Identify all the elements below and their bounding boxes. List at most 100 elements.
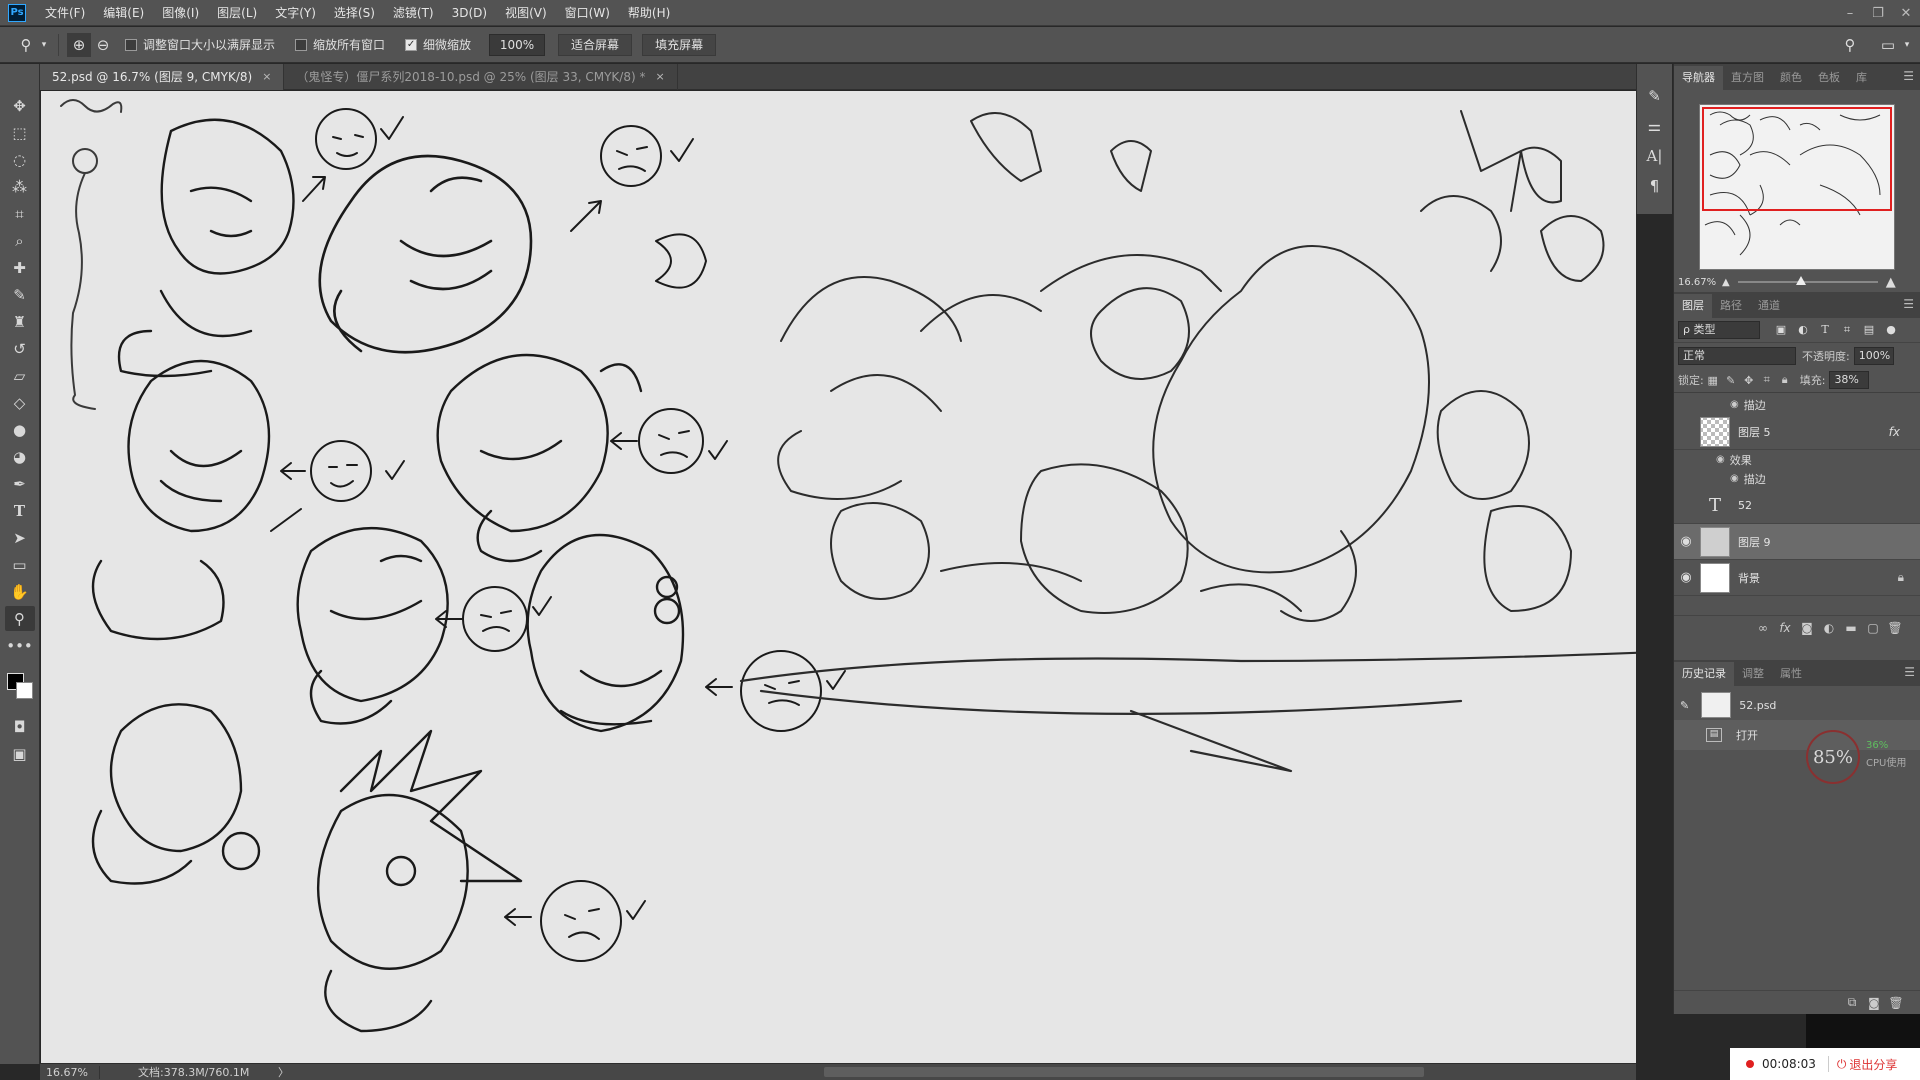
panel-menu-icon[interactable]: ☰ <box>1903 69 1914 83</box>
brush-settings-icon[interactable]: ✎ <box>1641 82 1669 110</box>
brush-tool-icon[interactable]: ✎ <box>5 282 35 307</box>
layer-row[interactable]: T 52 <box>1674 488 1920 524</box>
zoom-out-icon[interactable]: ⊖ <box>91 33 115 57</box>
layer-style-icon[interactable]: fx <box>1774 621 1796 635</box>
trash-icon[interactable]: 🗑︎ <box>1885 996 1907 1010</box>
close-icon[interactable]: × <box>262 64 271 90</box>
adjustment-filter-icon[interactable]: ◐ <box>1792 323 1814 337</box>
zoom-in-icon[interactable]: ⊕ <box>67 32 91 57</box>
effect-stroke-row[interactable]: ◉ 描边 <box>1674 395 1920 414</box>
tab-swatches[interactable]: 色板 <box>1810 66 1848 90</box>
fx-icon[interactable]: fx <box>1889 425 1900 439</box>
layer-name[interactable]: 背景 <box>1738 570 1760 586</box>
filter-toggle-icon[interactable]: ● <box>1880 323 1902 337</box>
eye-icon[interactable]: ◉ <box>1674 534 1698 549</box>
pen-tool-icon[interactable]: ✒ <box>5 471 35 496</box>
menu-window[interactable]: 窗口(W) <box>556 0 619 26</box>
menu-select[interactable]: 选择(S) <box>325 0 384 26</box>
tab-color[interactable]: 颜色 <box>1772 66 1810 90</box>
workspace-icon[interactable]: ▭ <box>1876 33 1900 57</box>
menu-help[interactable]: 帮助(H) <box>619 0 679 26</box>
eye-icon[interactable]: ◉ <box>1716 454 1725 465</box>
hand-tool-icon[interactable]: ✋ <box>5 579 35 604</box>
history-brush-tool-icon[interactable]: ↺ <box>5 336 35 361</box>
menu-3d[interactable]: 3D(D) <box>443 0 496 26</box>
menu-type[interactable]: 文字(Y) <box>266 0 325 26</box>
trash-icon[interactable]: 🗑︎ <box>1884 621 1906 635</box>
checkbox-unchecked-icon[interactable] <box>295 38 308 51</box>
menu-image[interactable]: 图像(I) <box>153 0 208 26</box>
path-selection-tool-icon[interactable]: ➤ <box>5 525 35 550</box>
doc-tab-zombie[interactable]: （鬼怪专）僵尸系列2018-10.psd @ 25% (图层 33, CMYK/… <box>284 64 678 90</box>
navigator-zoom-slider[interactable] <box>1737 276 1878 285</box>
healing-brush-tool-icon[interactable]: ✚ <box>5 255 35 280</box>
layer-name[interactable]: 52 <box>1738 499 1752 512</box>
group-icon[interactable]: ▬ <box>1840 621 1862 635</box>
add-mask-icon[interactable]: ◙ <box>1796 621 1818 635</box>
magic-wand-tool-icon[interactable]: ⁂ <box>5 174 35 199</box>
layer-row[interactable]: ◉ 背景 🔒︎ <box>1674 560 1920 596</box>
tab-libraries[interactable]: 库 <box>1848 66 1875 90</box>
tab-history[interactable]: 历史记录 <box>1674 662 1734 686</box>
paragraph-icon[interactable]: ¶ <box>1641 172 1669 200</box>
lock-transparent-icon[interactable]: ▦ <box>1704 374 1722 387</box>
type-filter-icon[interactable]: T <box>1814 323 1836 337</box>
tab-layers[interactable]: 图层 <box>1674 294 1712 318</box>
menu-file[interactable]: 文件(F) <box>36 0 94 26</box>
crop-tool-icon[interactable]: ⌗ <box>5 201 35 226</box>
zoom-in-mountain-icon[interactable]: ▲ <box>1886 275 1896 290</box>
link-layers-icon[interactable]: ∞ <box>1752 621 1774 635</box>
layer-filter-select[interactable]: ρ 类型 <box>1678 321 1760 339</box>
navigator-thumbnail[interactable] <box>1699 104 1895 270</box>
layer-name[interactable]: 图层 9 <box>1738 534 1771 550</box>
fill-screen-button[interactable]: 填充屏幕 <box>642 33 717 56</box>
navigator-view-box[interactable] <box>1702 107 1892 211</box>
power-icon[interactable]: ⏻ <box>1837 1057 1847 1072</box>
blend-mode-select[interactable]: 正常 <box>1678 346 1796 365</box>
panel-menu-icon[interactable]: ☰ <box>1903 297 1914 311</box>
doc-tab-52[interactable]: 52.psd @ 16.7% (图层 9, CMYK/8) × <box>40 64 285 90</box>
close-icon[interactable]: × <box>655 64 664 90</box>
smart-object-filter-icon[interactable]: ▤ <box>1858 323 1880 337</box>
more-tools-icon[interactable]: ••• <box>5 633 35 658</box>
tab-properties[interactable]: 属性 <box>1772 662 1810 686</box>
zoom-out-mountain-icon[interactable]: ▲ <box>1722 277 1730 288</box>
background-color-swatch[interactable] <box>15 682 33 699</box>
character-icon[interactable]: A| <box>1641 142 1669 170</box>
fill-field[interactable]: 38% <box>1829 371 1870 389</box>
blur-tool-icon[interactable]: ● <box>5 417 35 442</box>
camera-icon[interactable]: ◙ <box>1863 996 1885 1010</box>
layer-row[interactable]: ◉ 图层 9 <box>1674 524 1920 560</box>
minimize-icon[interactable]: – <box>1836 0 1864 26</box>
checkbox-checked-icon[interactable]: ✓ <box>405 38 418 51</box>
eyedropper-tool-icon[interactable]: ⌕ <box>5 228 35 253</box>
document-canvas[interactable] <box>41 91 1636 1063</box>
quick-mask-icon[interactable]: ◘ <box>5 714 35 739</box>
effects-row[interactable]: ◉ 效果 <box>1674 450 1920 469</box>
clone-stamp-tool-icon[interactable]: ♜ <box>5 309 35 334</box>
checkbox-unchecked-icon[interactable] <box>125 38 137 51</box>
eye-icon[interactable]: ◉ <box>1674 570 1698 585</box>
tab-adjustments[interactable]: 调整 <box>1734 662 1772 686</box>
status-zoom[interactable]: 16.67% <box>40 1065 100 1079</box>
restore-icon[interactable]: ❐ <box>1864 0 1892 26</box>
move-tool-icon[interactable]: ✥ <box>5 93 35 118</box>
search-icon[interactable]: ⚲ <box>1838 33 1862 57</box>
new-layer-icon[interactable]: ▢ <box>1862 621 1884 635</box>
new-document-from-state-icon[interactable]: ⧉ <box>1841 995 1863 1010</box>
layer-name[interactable]: 图层 5 <box>1738 424 1771 440</box>
panel-menu-icon[interactable]: ☰ <box>1904 665 1915 679</box>
chevron-down-icon[interactable]: ▾ <box>38 33 50 57</box>
eraser-tool-icon[interactable]: ▱ <box>5 363 35 388</box>
marquee-tool-icon[interactable]: ⬚ <box>5 120 35 145</box>
adjustments-icon[interactable]: ⚌ <box>1641 112 1669 140</box>
type-tool-icon[interactable]: T <box>5 498 35 523</box>
resize-windows-checkbox[interactable]: 调整窗口大小以满屏显示 <box>125 36 275 53</box>
horizontal-scrollbar[interactable] <box>824 1067 1424 1077</box>
zoom-percent-field[interactable]: 100% <box>489 33 546 56</box>
scrubby-zoom-checkbox[interactable]: ✓ 细微缩放 <box>405 36 471 53</box>
lock-position-icon[interactable]: ✥ <box>1740 374 1758 387</box>
paint-bucket-tool-icon[interactable]: ◇ <box>5 390 35 415</box>
status-menu-arrow[interactable]: 〉 <box>278 1064 289 1080</box>
pixel-filter-icon[interactable]: ▣ <box>1770 323 1792 337</box>
